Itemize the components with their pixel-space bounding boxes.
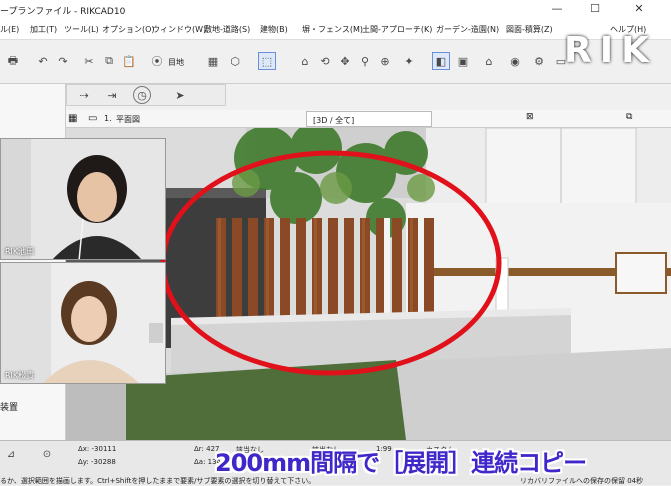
tab-3d-view[interactable]: [3D / 全て] <box>306 111 432 127</box>
rotate-icon[interactable]: ⟲ <box>316 52 334 70</box>
surface-icon[interactable]: ◧ <box>432 52 450 70</box>
plan-tab-index[interactable]: 1. <box>104 114 112 123</box>
left-panel-text: 装置 <box>0 403 19 413</box>
arrow-box-icon[interactable]: ⇥ <box>103 86 121 104</box>
settings-icon[interactable]: ⚙ <box>530 52 548 70</box>
view-tabs: ▦ ▭ 1. 平面図 [3D / 全て] ⊠ ⧉ <box>66 110 671 128</box>
select-box-icon[interactable]: ⬚ <box>258 52 276 70</box>
redo-icon[interactable]: ↷ <box>54 52 72 70</box>
maximize-button[interactable]: ☐ <box>584 2 606 16</box>
menu-process[interactable]: 加工(T) <box>30 24 57 35</box>
presenter-matsuki-image <box>1 263 165 383</box>
cut-icon[interactable]: ✂ <box>80 52 98 70</box>
dx-readout: Δx: -30111 <box>78 445 117 453</box>
tab-close-icon[interactable]: ⊠ <box>526 112 534 122</box>
menu-drawings[interactable]: 図面-積算(Z) <box>506 24 553 35</box>
caption-text: 200mm間隔で［展開］連続コピー <box>215 449 587 477</box>
menu-tools[interactable]: ツール(L) <box>64 24 99 35</box>
sub-toolbar: ⇢ ⇥ ◷ ➤ <box>66 84 226 106</box>
copy-icon[interactable]: ⧉ <box>100 52 118 70</box>
menu-window[interactable]: ウィンドウ(W) <box>152 24 206 35</box>
snap-icon[interactable]: ◷ <box>133 86 151 104</box>
video-name-matsuki: RIK松貴 <box>5 371 35 380</box>
cube-icon[interactable]: ▣ <box>454 52 472 70</box>
walk-icon[interactable]: ⚲ <box>356 52 374 70</box>
video-name-ikeda: RIK池田 <box>5 247 35 256</box>
undo-icon[interactable]: ↶ <box>34 52 52 70</box>
tab-3d-label: [3D / 全て] <box>313 116 355 125</box>
menu-building[interactable]: 建物(B) <box>260 24 288 35</box>
menu-garden[interactable]: ガーデン-造園(N) <box>436 24 499 35</box>
tab-plan-view[interactable]: 平面図 <box>116 114 140 125</box>
pointer-status-icon[interactable]: ⊿ <box>2 445 20 463</box>
menu-fence[interactable]: 塀・フェンス(M) <box>302 24 363 35</box>
title-bar: ープランファイル - RIKCAD10 — ☐ ✕ <box>0 0 671 20</box>
rik-logo: RIK <box>564 30 658 71</box>
view-icon[interactable]: ⌂ <box>296 52 314 70</box>
menu-approach[interactable]: 土間-アプローチ(K) <box>362 24 432 35</box>
arrow-line-icon[interactable]: ⇢ <box>75 86 93 104</box>
palette-icon[interactable]: ◉ <box>506 52 524 70</box>
view-options-icon[interactable]: ⧉ <box>626 112 632 122</box>
video-tile-matsuki: RIK松貴 <box>0 262 166 384</box>
grid-icon[interactable]: ▦ <box>68 113 77 124</box>
zoom-icon[interactable]: ⊕ <box>376 52 394 70</box>
close-button[interactable]: ✕ <box>628 2 650 16</box>
window-title: ープランファイル - RIKCAD10 <box>0 7 126 17</box>
render-icon[interactable]: ✦ <box>400 52 418 70</box>
camera-icon[interactable]: ⦿ <box>148 52 166 70</box>
picture-icon[interactable]: ▦ <box>204 52 222 70</box>
folder-icon[interactable]: ▭ <box>88 113 97 124</box>
presenter-ikeda-image <box>1 139 165 259</box>
orbit-icon[interactable]: ✥ <box>336 52 354 70</box>
menu-site-road[interactable]: 敷地-道路(S) <box>204 24 250 35</box>
snap-status-icon[interactable]: ⊙ <box>38 445 56 463</box>
layer-icon[interactable]: ⬡ <box>226 52 244 70</box>
menu-options[interactable]: オプション(O) <box>102 24 155 35</box>
print-icon[interactable]: 🖶 <box>4 52 22 70</box>
video-tile-ikeda: RIK池田 <box>0 138 166 260</box>
house-icon[interactable]: ⌂ <box>480 52 498 70</box>
menu-edit[interactable]: ル(E) <box>0 24 19 35</box>
view-mode-label[interactable]: 目地 <box>168 57 184 68</box>
pointer-icon[interactable]: ➤ <box>171 86 189 104</box>
paste-icon[interactable]: 📋 <box>120 52 138 70</box>
dy-readout: Δy: -30288 <box>78 458 116 466</box>
minimize-button[interactable]: — <box>546 2 568 16</box>
